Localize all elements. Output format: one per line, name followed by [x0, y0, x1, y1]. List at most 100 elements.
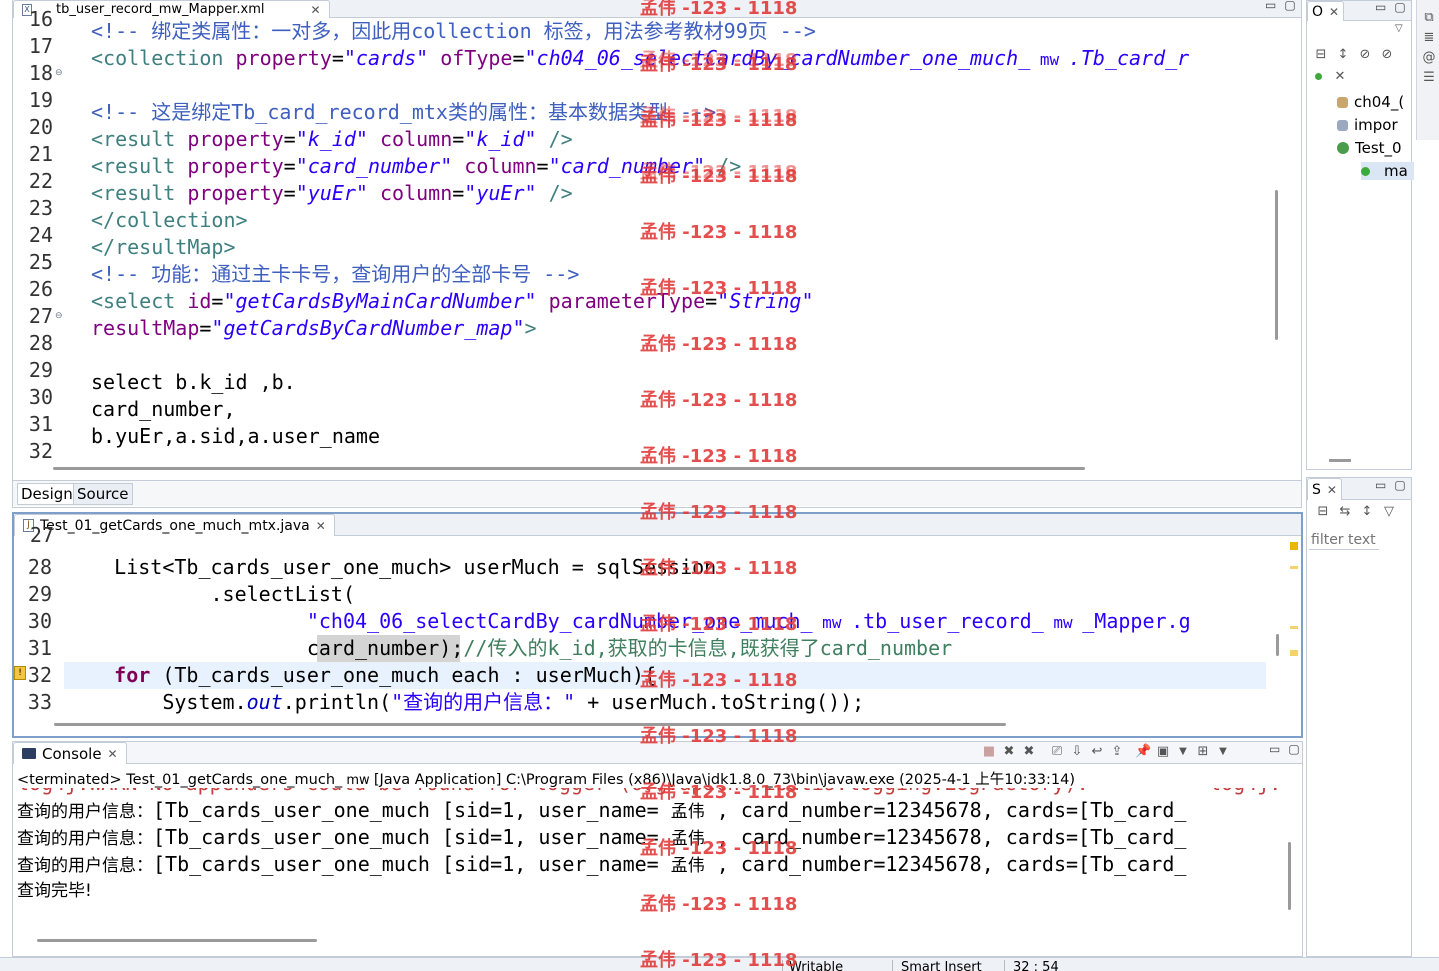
- tab-outline[interactable]: O ✕: [1307, 1, 1345, 21]
- show-on-output-icon[interactable]: ⇪: [1109, 744, 1125, 760]
- overview-marker-icon[interactable]: [1290, 566, 1298, 569]
- view-menu-icon[interactable]: ▽: [1395, 23, 1403, 34]
- overview-marker-icon[interactable]: [1290, 650, 1298, 656]
- code-line[interactable]: </collection>: [91, 207, 248, 234]
- maximize-icon[interactable]: ▢: [1284, 0, 1295, 12]
- warning-marker-icon[interactable]: !: [14, 666, 26, 680]
- code-token: mw: [812, 613, 852, 632]
- minimize-icon[interactable]: ▭: [1375, 0, 1386, 14]
- hide-static-icon[interactable]: ⊘: [1379, 47, 1395, 63]
- pin-console-icon[interactable]: 📌: [1135, 744, 1151, 760]
- tab-java-test[interactable]: J Test_01_getCards_one_much_mtx.java ✕: [14, 514, 335, 536]
- tab-source[interactable]: Source: [73, 483, 133, 505]
- tab-console[interactable]: Console ✕: [13, 742, 127, 764]
- maximize-icon[interactable]: ▢: [1394, 478, 1405, 492]
- code-line[interactable]: "ch04_06_selectCardBy_cardNumber_one_muc…: [66, 608, 1191, 635]
- tab-design[interactable]: Design: [17, 483, 77, 505]
- hide-fields-icon[interactable]: ⊘: [1357, 47, 1373, 63]
- java-vertical-scrollbar[interactable]: [1276, 634, 1279, 656]
- view-menu-icon[interactable]: ▽: [1381, 504, 1397, 520]
- overview-marker-icon[interactable]: [1290, 626, 1298, 629]
- xml-vertical-scrollbar[interactable]: [1275, 190, 1278, 340]
- code-line[interactable]: List<Tb_cards_user_one_much> userMuch = …: [66, 554, 716, 581]
- fold-marker-icon[interactable]: ⊖: [55, 68, 63, 78]
- code-line[interactable]: <select id="getCardsByMainCardNumber" pa…: [91, 288, 814, 315]
- sort-icon[interactable]: ↕: [1335, 47, 1351, 63]
- code-line[interactable]: </resultMap>: [91, 234, 236, 261]
- close-icon[interactable]: ✕: [310, 3, 320, 17]
- code-line[interactable]: System.out.println("查询的用户信息：" + userMuch…: [66, 689, 864, 716]
- code-token: b.yuEr,a.sid,a.user_name: [91, 424, 380, 448]
- tab-side-s[interactable]: S ✕: [1307, 478, 1342, 500]
- outline-icon[interactable]: ≣: [1421, 30, 1437, 46]
- close-icon[interactable]: ✕: [1329, 5, 1339, 19]
- console-done-text: 查询完毕!: [17, 881, 92, 901]
- code-line[interactable]: for (Tb_cards_user_one_much each : userM…: [66, 662, 656, 689]
- code-line[interactable]: <result property="yuEr" column="yuEr" />: [91, 180, 573, 207]
- link-editor-icon[interactable]: ⇆: [1337, 504, 1353, 520]
- minimize-icon[interactable]: ▭: [1375, 478, 1386, 492]
- code-line[interactable]: <result property="k_id" column="k_id" />: [91, 126, 573, 153]
- display-console-icon[interactable]: ▣: [1155, 744, 1171, 760]
- xml-horizontal-scrollbar[interactable]: [53, 467, 1085, 470]
- maximize-icon[interactable]: ▢: [1394, 0, 1405, 14]
- java-horizontal-scrollbar[interactable]: [54, 723, 1006, 726]
- hide-nonpublic-icon[interactable]: [1315, 73, 1322, 80]
- clear-console-icon[interactable]: ⎚: [1049, 744, 1065, 760]
- outline-item-class[interactable]: Test_0: [1337, 139, 1402, 157]
- code-line[interactable]: card_number,: [91, 396, 236, 423]
- chevron-down-icon[interactable]: ▼: [1215, 744, 1231, 760]
- code-line[interactable]: .selectList(: [66, 581, 355, 608]
- java-code-area[interactable]: List<Tb_cards_user_one_much> userMuch = …: [66, 554, 1266, 716]
- restore-icon[interactable]: ⧉: [1421, 10, 1437, 26]
- tasks-icon[interactable]: ☰: [1421, 70, 1437, 86]
- console-horizontal-scrollbar[interactable]: [37, 939, 317, 942]
- terminate-icon[interactable]: ■: [981, 744, 997, 760]
- code-line[interactable]: <collection property="cards" ofType="ch0…: [91, 45, 1189, 72]
- minimize-icon[interactable]: ▭: [1265, 0, 1276, 12]
- console-tabbar: Console ✕ ■ ✖ ✖ ⎚ ⇩ ↩ ⇪ 📌 ▣ ▼ ⊞ ▼ ▭ ▢: [13, 742, 1302, 764]
- close-icon[interactable]: ✕: [316, 519, 326, 533]
- code-token: select b.k_id ,b.: [91, 370, 296, 394]
- search-icon[interactable]: @: [1421, 50, 1437, 66]
- close-icon[interactable]: ✕: [108, 747, 118, 761]
- chevron-down-icon[interactable]: ▼: [1175, 744, 1191, 760]
- hide-local-types-icon[interactable]: ✕: [1332, 69, 1348, 85]
- remove-all-icon[interactable]: ✖: [1021, 744, 1037, 760]
- collapse-all-icon[interactable]: ⊟: [1315, 504, 1331, 520]
- code-line[interactable]: <result property="card_number" column="c…: [91, 153, 741, 180]
- code-line[interactable]: resultMap="getCardsByCardNumber_map">: [91, 315, 537, 342]
- status-insert-mode[interactable]: Smart Insert: [892, 960, 982, 971]
- code-line[interactable]: select b.k_id ,b.: [91, 369, 296, 396]
- code-token: (Tb_cards_user_one_much each : userMuch)…: [150, 663, 657, 687]
- code-token: <result: [91, 181, 188, 205]
- outline-item-main-method[interactable]: ma: [1361, 162, 1414, 180]
- word-wrap-icon[interactable]: ↩: [1089, 744, 1105, 760]
- code-line[interactable]: <!-- 功能：通过主卡卡号，查询用户的全部卡号 -->: [91, 261, 579, 288]
- console-vertical-scrollbar[interactable]: [1288, 842, 1291, 910]
- outline-item-package[interactable]: ch04_(: [1337, 93, 1404, 111]
- minimize-icon[interactable]: ▭: [1269, 742, 1280, 756]
- overview-marker-icon[interactable]: [1290, 542, 1298, 550]
- code-line[interactable]: <!-- 这是绑定Tb_card_record_mtx类的属性：基本数据类型 -…: [91, 99, 716, 126]
- close-icon[interactable]: ✕: [1327, 483, 1337, 497]
- code-token: System.: [66, 690, 247, 714]
- code-line[interactable]: b.yuEr,a.sid,a.user_name: [91, 423, 380, 450]
- filter-text-input[interactable]: [1309, 530, 1379, 550]
- code-line[interactable]: <!-- 绑定类属性：一对多，因此用collection 标签，用法参考教材99…: [91, 18, 816, 45]
- xml-code-area[interactable]: <!-- 绑定类属性：一对多，因此用collection 标签，用法参考教材99…: [91, 18, 1266, 458]
- outline-scrollbar[interactable]: [1329, 459, 1351, 462]
- console-output-area[interactable]: log4j:WARN No appenders could be found f…: [17, 788, 1279, 938]
- maximize-icon[interactable]: ▢: [1288, 742, 1299, 756]
- outline-item-imports[interactable]: impor: [1337, 116, 1398, 134]
- remove-launch-icon[interactable]: ✖: [1001, 744, 1017, 760]
- code-token: "k_id": [464, 127, 537, 151]
- collapse-all-icon[interactable]: ⊟: [1313, 47, 1329, 63]
- open-console-icon[interactable]: ⊞: [1195, 744, 1211, 760]
- code-token: =: [452, 127, 465, 151]
- fold-marker-icon[interactable]: ⊖: [55, 311, 63, 321]
- tab-xml-mapper[interactable]: X tb_user_record_mw_Mapper.xml ✕: [13, 0, 330, 18]
- sort-icon[interactable]: ↕: [1359, 504, 1375, 520]
- scroll-lock-icon[interactable]: ⇩: [1069, 744, 1085, 760]
- code-line[interactable]: card_number);//传入的k_id,获取的卡信息,既获得了card_n…: [66, 635, 952, 662]
